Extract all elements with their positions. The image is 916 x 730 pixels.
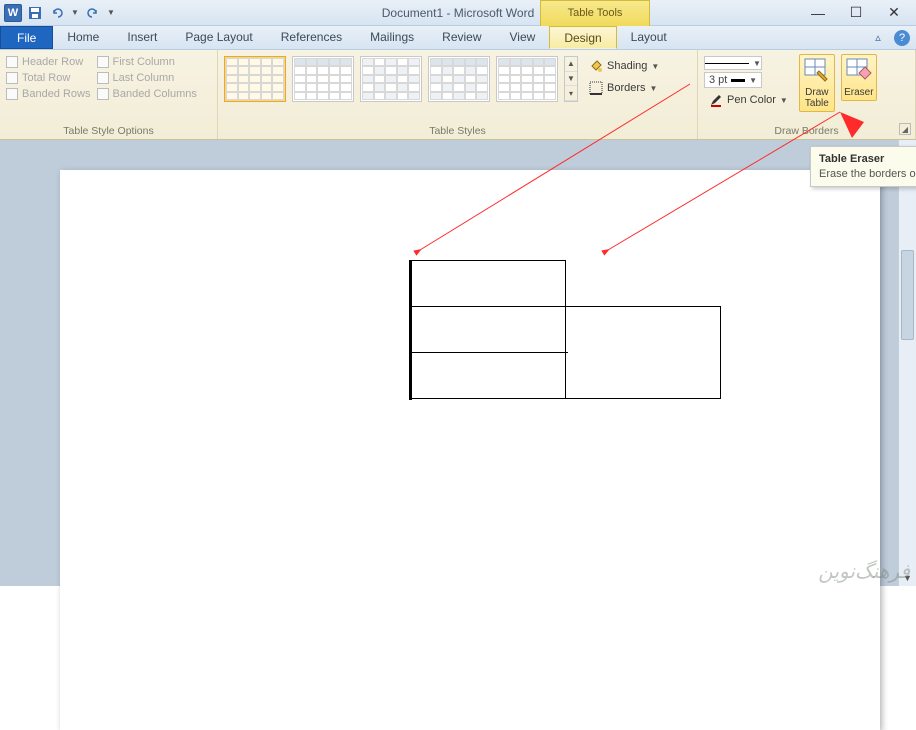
checkbox-total-row[interactable]: Total Row (6, 72, 91, 84)
label-header-row: Header Row (22, 56, 83, 68)
pen-color-dropdown[interactable]: Pen Color▼ (704, 90, 793, 110)
eraser-label: Eraser (844, 87, 873, 98)
tooltip-table-eraser: Table Eraser Erase the borders o (810, 146, 916, 187)
shading-label: Shading (607, 60, 647, 72)
checkbox-header-row[interactable]: Header Row (6, 56, 91, 68)
thick-left-border (409, 260, 412, 400)
borders-label: Borders (607, 82, 646, 94)
pen-icon (709, 93, 723, 107)
tab-file[interactable]: File (0, 26, 53, 49)
borders-dropdown[interactable]: Borders▼ (584, 78, 664, 98)
qat-customize-icon[interactable]: ▼ (106, 4, 116, 22)
checkbox-banded-columns[interactable]: Banded Columns (97, 88, 197, 100)
tab-design[interactable]: Design (549, 26, 616, 49)
window-title: Document1 - Microsoft Word (382, 6, 535, 20)
help-icon[interactable]: ? (894, 30, 910, 46)
save-icon[interactable] (26, 4, 44, 22)
style-thumb-4[interactable] (428, 56, 490, 102)
checkbox-banded-rows[interactable]: Banded Rows (6, 88, 91, 100)
label-total-row: Total Row (22, 72, 70, 84)
group-table-style-options: Table Style Options (0, 125, 217, 137)
checkbox-first-column[interactable]: First Column (97, 56, 197, 68)
ribbon-minimize-icon[interactable]: ▵ (870, 30, 886, 46)
vertical-scrollbar[interactable]: ▲ ▼ (898, 140, 916, 586)
group-draw-borders: Draw Borders (698, 125, 915, 137)
scroll-thumb[interactable] (901, 250, 914, 340)
tab-page-layout[interactable]: Page Layout (171, 26, 266, 49)
tab-review[interactable]: Review (428, 26, 495, 49)
draw-table-label: Draw Table (805, 87, 829, 109)
watermark: فرهنگ‌نوین (818, 559, 910, 584)
minimize-button[interactable]: — (808, 3, 828, 23)
document-table[interactable] (410, 260, 721, 399)
tooltip-title: Table Eraser (819, 153, 916, 165)
tab-view[interactable]: View (496, 26, 550, 49)
style-thumb-3[interactable] (360, 56, 422, 102)
undo-icon[interactable] (48, 4, 66, 22)
shading-dropdown[interactable]: Shading▼ (584, 56, 664, 76)
tab-layout[interactable]: Layout (617, 26, 681, 49)
pen-color-label: Pen Color (727, 94, 776, 106)
style-thumb-1[interactable] (224, 56, 286, 102)
group-table-styles: Table Styles (218, 125, 697, 137)
page[interactable] (60, 170, 880, 730)
tab-insert[interactable]: Insert (113, 26, 171, 49)
table-tools-context-label: Table Tools (540, 0, 650, 26)
document-area[interactable] (0, 140, 916, 586)
tab-home[interactable]: Home (53, 26, 113, 49)
maximize-button[interactable]: ☐ (846, 3, 866, 23)
style-thumb-5[interactable] (496, 56, 558, 102)
line-style-dropdown[interactable]: ▼ (704, 56, 762, 70)
redo-icon[interactable] (84, 4, 102, 22)
style-thumb-2[interactable] (292, 56, 354, 102)
borders-icon (589, 81, 603, 95)
eraser-icon (845, 57, 873, 85)
draw-borders-launcher[interactable]: ◢ (899, 123, 911, 135)
label-banded-rows: Banded Rows (22, 88, 91, 100)
table-styles-gallery[interactable]: ▲▼▾ (224, 54, 578, 102)
draw-table-icon (803, 57, 831, 85)
label-last-column: Last Column (113, 72, 175, 84)
erased-border-top (566, 259, 722, 262)
word-app-icon: W (4, 4, 22, 22)
gallery-expand[interactable]: ▲▼▾ (564, 56, 578, 102)
tooltip-body: Erase the borders o (819, 168, 916, 180)
label-first-column: First Column (113, 56, 175, 68)
close-button[interactable]: ✕ (884, 3, 904, 23)
checkbox-last-column[interactable]: Last Column (97, 72, 197, 84)
undo-dropdown-icon[interactable]: ▼ (70, 4, 80, 22)
eraser-button[interactable]: Eraser (841, 54, 877, 101)
line-weight-dropdown[interactable]: 3 pt▼ (704, 72, 762, 88)
label-banded-columns: Banded Columns (113, 88, 197, 100)
line-weight-value: 3 pt (709, 74, 727, 86)
erased-border-mid (568, 352, 720, 355)
draw-table-button[interactable]: Draw Table (799, 54, 835, 112)
erased-border-right-top (720, 260, 723, 306)
tab-references[interactable]: References (267, 26, 356, 49)
tab-mailings[interactable]: Mailings (356, 26, 428, 49)
paint-bucket-icon (589, 59, 603, 73)
